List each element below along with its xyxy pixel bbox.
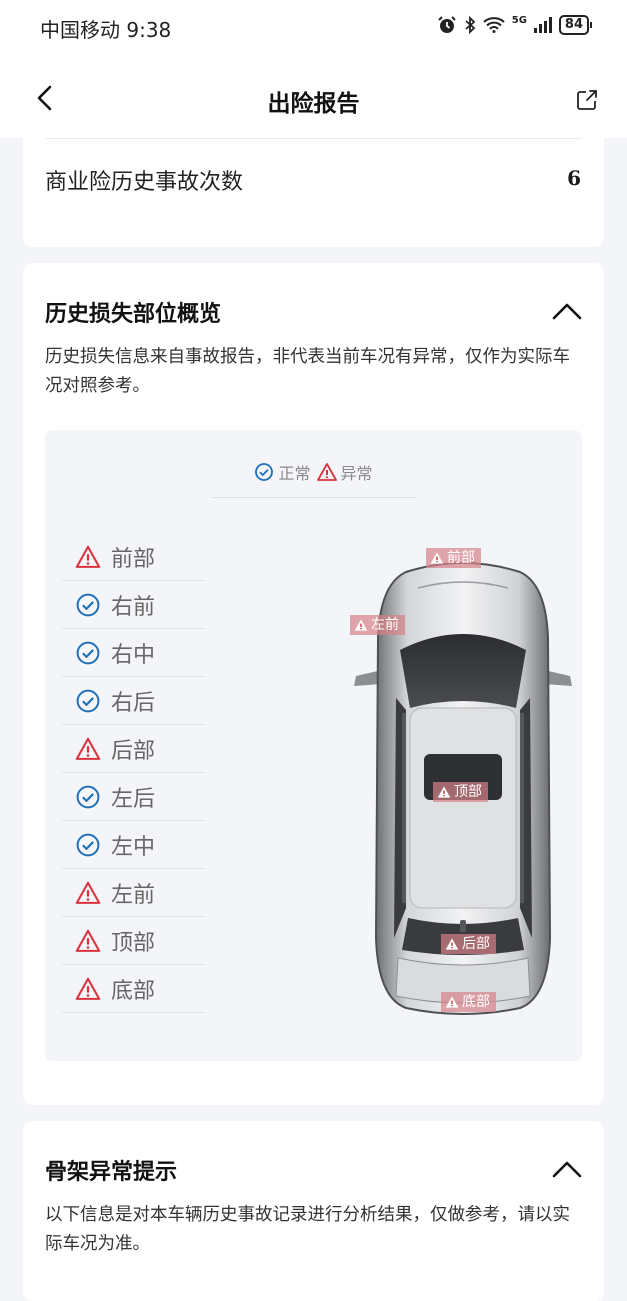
check-circle-icon bbox=[255, 463, 274, 481]
part-item: 右前 bbox=[62, 581, 205, 629]
car-label-left-front-text: 左前 bbox=[371, 617, 399, 633]
network-type: 5G bbox=[511, 15, 527, 26]
damage-part-list: 前部右前右中右后后部左后左中左前顶部底部 bbox=[62, 533, 205, 1013]
part-name: 左中 bbox=[111, 834, 156, 860]
frame-abnormal-card: 骨架异常提示 以下信息是对本车辆历史事故记录进行分析结果，仅做参考，请以实际车况… bbox=[23, 1121, 604, 1301]
bluetooth-icon bbox=[465, 16, 476, 34]
part-name: 底部 bbox=[111, 978, 156, 1004]
car-label-bottom-text: 底部 bbox=[462, 994, 490, 1010]
part-name: 左前 bbox=[111, 882, 156, 908]
damage-overview-title: 历史损失部位概览 bbox=[45, 302, 222, 327]
damage-diagram-panel: 正常 异常 前部 右前 右中 右后 后部 左后 左中 左前 顶部 底部 前部 左… bbox=[45, 430, 582, 1061]
damage-overview-card: 历史损失部位概览 历史损失信息来自事故报告，非代表当前车况有异常，仅作为实际车况… bbox=[23, 263, 604, 1105]
warning-triangle-icon bbox=[75, 929, 101, 952]
warning-triangle-icon bbox=[437, 786, 451, 798]
car-label-front-text: 前部 bbox=[447, 550, 475, 566]
part-item: 左后 bbox=[62, 773, 205, 821]
legend-divider bbox=[212, 497, 417, 498]
part-item: 前部 bbox=[62, 533, 205, 581]
warning-triangle-icon bbox=[430, 552, 444, 564]
damage-overview-description: 历史损失信息来自事故报告，非代表当前车况有异常，仅作为实际车况对照参考。 bbox=[45, 347, 570, 396]
car-label-bottom: 底部 bbox=[441, 992, 496, 1012]
frame-abnormal-title: 骨架异常提示 bbox=[45, 1160, 178, 1185]
chevron-up-icon[interactable] bbox=[552, 302, 582, 320]
part-name: 右前 bbox=[111, 594, 156, 620]
warning-triangle-icon bbox=[445, 996, 459, 1008]
page-title: 出险报告 bbox=[267, 91, 360, 117]
car-label-top: 顶部 bbox=[433, 782, 488, 802]
battery-indicator: 84 bbox=[558, 15, 593, 35]
status-bar: 中国移动 9:38 5G 84 bbox=[0, 0, 627, 52]
legend-normal-label: 正常 bbox=[278, 464, 311, 483]
part-item: 右中 bbox=[62, 629, 205, 677]
check-circle-icon bbox=[76, 641, 100, 664]
carrier-time: 中国移动 9:38 bbox=[40, 18, 172, 42]
wifi-icon bbox=[483, 17, 505, 33]
legend-abnormal: 异常 bbox=[316, 460, 373, 484]
alarm-icon bbox=[438, 16, 456, 33]
frame-abnormal-description: 以下信息是对本车辆历史事故记录进行分析结果，仅做参考，请以实际车况为准。 bbox=[45, 1205, 570, 1254]
commercial-insurance-card: 商业险历史事故次数 6 bbox=[23, 138, 604, 247]
warning-triangle-icon bbox=[75, 737, 101, 760]
status-legend: 正常 异常 bbox=[45, 460, 582, 484]
legend-normal: 正常 bbox=[254, 460, 311, 484]
car-label-front: 前部 bbox=[426, 548, 481, 568]
commercial-accident-count-label: 商业险历史事故次数 bbox=[45, 170, 244, 195]
warning-triangle-icon bbox=[75, 881, 101, 904]
car-label-rear-text: 后部 bbox=[462, 936, 490, 952]
check-circle-icon bbox=[76, 689, 100, 712]
divider bbox=[45, 138, 582, 139]
part-name: 后部 bbox=[111, 738, 156, 764]
part-name: 前部 bbox=[111, 546, 156, 572]
part-name: 右后 bbox=[111, 690, 156, 716]
warning-triangle-icon bbox=[354, 619, 368, 631]
chevron-up-icon[interactable] bbox=[552, 1160, 582, 1178]
check-circle-icon bbox=[76, 593, 100, 616]
legend-abnormal-label: 异常 bbox=[340, 464, 373, 483]
commercial-accident-count-value: 6 bbox=[567, 166, 581, 190]
part-name: 右中 bbox=[111, 642, 156, 668]
part-item: 左中 bbox=[62, 821, 205, 869]
part-item: 左前 bbox=[62, 869, 205, 917]
navigation-bar: 出险报告 bbox=[0, 52, 627, 138]
part-name: 左后 bbox=[111, 786, 156, 812]
warning-triangle-icon bbox=[316, 463, 337, 481]
car-label-top-text: 顶部 bbox=[454, 784, 482, 800]
warning-triangle-icon bbox=[75, 545, 101, 568]
check-circle-icon bbox=[76, 785, 100, 808]
part-item: 顶部 bbox=[62, 917, 205, 965]
status-icons: 5G 84 bbox=[437, 15, 593, 35]
warning-triangle-icon bbox=[445, 938, 459, 950]
car-label-left-front: 左前 bbox=[350, 615, 405, 635]
part-name: 顶部 bbox=[111, 930, 156, 956]
part-item: 底部 bbox=[62, 965, 205, 1013]
share-icon[interactable] bbox=[575, 88, 599, 112]
check-circle-icon bbox=[76, 833, 100, 856]
part-item: 右后 bbox=[62, 677, 205, 725]
warning-triangle-icon bbox=[75, 977, 101, 1000]
signal-icon bbox=[533, 17, 552, 33]
part-item: 后部 bbox=[62, 725, 205, 773]
car-label-rear: 后部 bbox=[441, 934, 496, 954]
